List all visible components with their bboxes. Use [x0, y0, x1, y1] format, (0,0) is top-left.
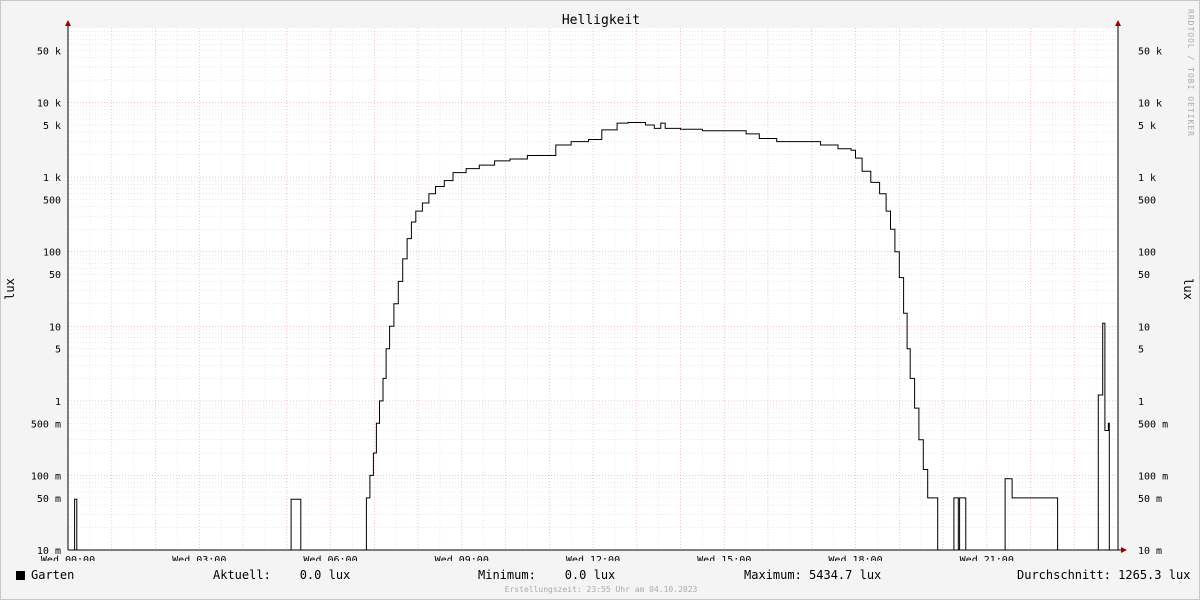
y-axis-arrow-left — [65, 20, 71, 26]
legend-swatch — [16, 571, 25, 580]
x-tick-label: Wed 06:00 — [303, 555, 357, 561]
y-tick-label-left: 50 — [49, 270, 61, 281]
y-tick-label-left: 10 — [49, 322, 61, 333]
y-tick-label-right: 100 m — [1138, 471, 1168, 482]
legend-maximum: Maximum: 5434.7 lux — [744, 568, 882, 582]
x-tick-label: Wed 21:00 — [960, 555, 1014, 561]
x-tick-label: Wed 00:00 — [41, 555, 95, 561]
x-tick-label: Wed 12:00 — [566, 555, 620, 561]
y-tick-label-right: 10 — [1138, 322, 1150, 333]
creation-timestamp: Erstellungszeit: 23:55 Uhr am 04.10.2023 — [504, 585, 698, 594]
chart-frame: 10 m 10 m 50 m 50 m 100 m 100 m 500 m 500 m1155… — [0, 0, 1200, 600]
y-tick-label-right: 50 m — [1138, 494, 1162, 505]
x-tick-label: Wed 03:00 — [172, 555, 226, 561]
y-tick-label-right: 100 — [1138, 248, 1156, 259]
y-tick-label-right: 500 — [1138, 196, 1156, 207]
y-axis-label-right: lux — [1181, 278, 1195, 300]
legend-average: Durchschnitt: 1265.3 lux — [1017, 568, 1191, 582]
rrdtool-watermark: RRDTOOL / TOBI OETIKER — [1186, 9, 1195, 137]
y-tick-label-left: 5 — [55, 345, 61, 356]
y-tick-label-right: 5 k — [1138, 121, 1156, 132]
y-tick-label-right: 1 — [1138, 397, 1144, 408]
legend-minimum: Minimum: 0.0 lux — [478, 568, 616, 582]
y-tick-label-left: 50 k — [37, 46, 61, 57]
y-tick-label-left: 500 m — [31, 419, 61, 430]
y-tick-label-left: 10 k — [37, 99, 61, 110]
x-tick-label: Wed 09:00 — [435, 555, 489, 561]
y-tick-label-right: 50 k — [1138, 46, 1162, 57]
y-tick-label-left: 100 — [43, 248, 61, 259]
y-axis-label-left: lux — [3, 278, 17, 300]
x-tick-label: Wed 18:00 — [828, 555, 882, 561]
y-tick-label-left: 5 k — [43, 121, 61, 132]
y-tick-label-right: 10 k — [1138, 99, 1162, 110]
y-tick-label-right: 1 k — [1138, 173, 1156, 184]
x-axis-arrow — [1121, 547, 1127, 553]
y-tick-label-left: 1 k — [43, 173, 61, 184]
y-tick-label-right: 500 m — [1138, 419, 1168, 430]
y-tick-label-left: 50 m — [37, 494, 61, 505]
legend-current: Aktuell: 0.0 lux — [213, 568, 351, 582]
x-tick-label: Wed 15:00 — [697, 555, 751, 561]
y-tick-label-left: 100 m — [31, 471, 61, 482]
y-tick-label-left: 500 — [43, 196, 61, 207]
brightness-chart: 10 m 10 m50 m 50 m100 m 100 m500 m 500 m1 15 5… — [3, 13, 1195, 561]
chart-title: Helligkeit — [562, 13, 640, 28]
y-tick-label-left: 1 — [55, 397, 61, 408]
legend-series-name: Garten — [31, 568, 75, 582]
y-tick-label-right: 50 — [1138, 270, 1150, 281]
y-axis-arrow-right — [1115, 20, 1121, 26]
y-tick-label-right: 10 m — [1138, 546, 1162, 557]
y-tick-label-right: 5 — [1138, 345, 1144, 356]
